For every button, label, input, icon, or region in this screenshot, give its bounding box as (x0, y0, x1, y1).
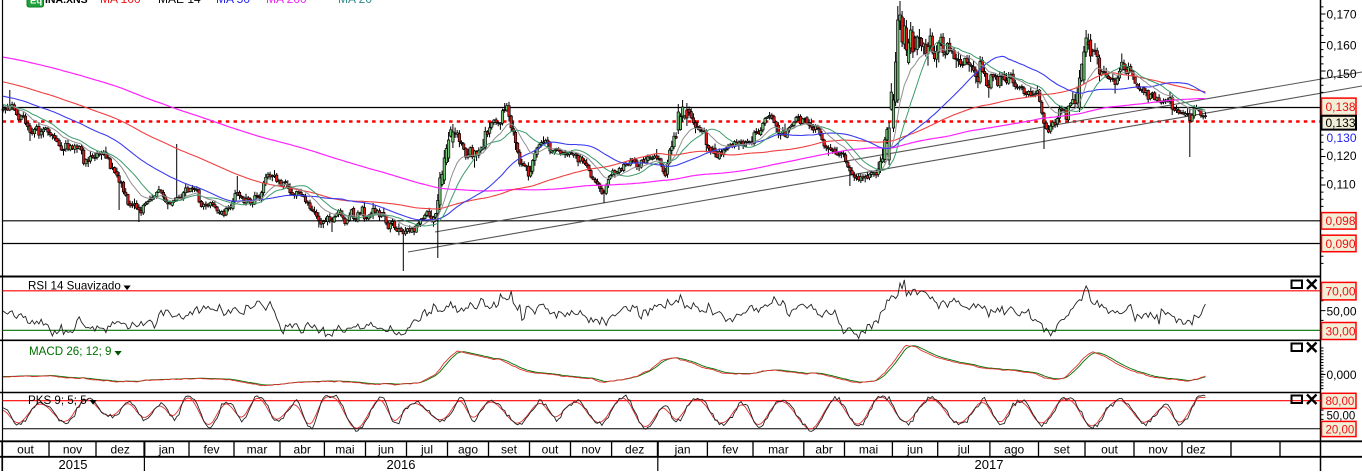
svg-text:50,00: 50,00 (1327, 410, 1356, 422)
svg-text:50,00: 50,00 (1327, 304, 1357, 318)
svg-text:mai: mai (859, 443, 878, 457)
svg-text:nov: nov (1148, 443, 1167, 457)
svg-text:PKS 9; 5; 5: PKS 9; 5; 5 (28, 394, 87, 407)
svg-text:0,138: 0,138 (1326, 100, 1356, 114)
svg-text:dez: dez (111, 443, 130, 457)
svg-text:jul: jul (957, 443, 970, 457)
svg-text:jan: jan (158, 443, 175, 457)
svg-text:2015: 2015 (59, 457, 88, 471)
svg-text:jun: jun (377, 443, 394, 457)
svg-text:set: set (1054, 443, 1071, 457)
svg-text:0,098: 0,098 (1326, 214, 1356, 228)
svg-text:set: set (501, 443, 518, 457)
svg-text:20,00: 20,00 (1326, 424, 1355, 436)
svg-text:0,150: 0,150 (1327, 67, 1357, 81)
svg-text:30,00: 30,00 (1326, 324, 1356, 338)
svg-text:RSI 14 Suavizado: RSI 14 Suavizado (28, 280, 121, 293)
svg-text:0,130: 0,130 (1327, 131, 1357, 145)
svg-text:out: out (17, 443, 34, 457)
svg-text:0,170: 0,170 (1327, 7, 1357, 21)
svg-text:nov: nov (581, 443, 600, 457)
svg-text:MA 20: MA 20 (338, 0, 372, 6)
svg-text:fev: fev (722, 443, 738, 457)
svg-text:dez: dez (1186, 443, 1205, 457)
svg-text:INA.XNS: INA.XNS (45, 0, 88, 6)
svg-text:MACD 26; 12; 9: MACD 26; 12; 9 (29, 345, 111, 358)
svg-text:0,090: 0,090 (1326, 237, 1356, 251)
svg-text:2017: 2017 (975, 457, 1004, 471)
svg-text:70,00: 70,00 (1326, 285, 1356, 299)
svg-text:mar: mar (247, 443, 268, 457)
svg-text:abr: abr (294, 443, 311, 457)
svg-text:0,110: 0,110 (1327, 177, 1356, 191)
svg-text:mar: mar (768, 443, 789, 457)
svg-text:80,00: 80,00 (1326, 396, 1355, 408)
svg-text:2016: 2016 (387, 457, 416, 471)
svg-text:dez: dez (625, 443, 644, 457)
svg-text:0,160: 0,160 (1327, 38, 1357, 52)
svg-text:mai: mai (335, 443, 354, 457)
svg-text:Eq: Eq (30, 0, 42, 7)
svg-text:jan: jan (674, 443, 691, 457)
svg-text:jul: jul (420, 443, 433, 457)
svg-text:fev: fev (203, 443, 219, 457)
svg-text:0,120: 0,120 (1327, 149, 1357, 163)
svg-text:jun: jun (906, 443, 923, 457)
svg-text:nov: nov (63, 443, 82, 457)
svg-text:MA 200: MA 200 (266, 0, 307, 6)
svg-text:MA 100: MA 100 (100, 0, 141, 6)
svg-text:MAE 14: MAE 14 (158, 0, 201, 6)
svg-text:ago: ago (1004, 443, 1024, 457)
svg-text:out: out (1101, 443, 1118, 457)
svg-text:0,133: 0,133 (1326, 116, 1356, 130)
svg-text:abr: abr (815, 443, 832, 457)
svg-text:ago: ago (458, 443, 478, 457)
svg-text:0,000: 0,000 (1327, 368, 1357, 382)
svg-text:MA 50: MA 50 (216, 0, 250, 6)
svg-text:out: out (542, 443, 559, 457)
